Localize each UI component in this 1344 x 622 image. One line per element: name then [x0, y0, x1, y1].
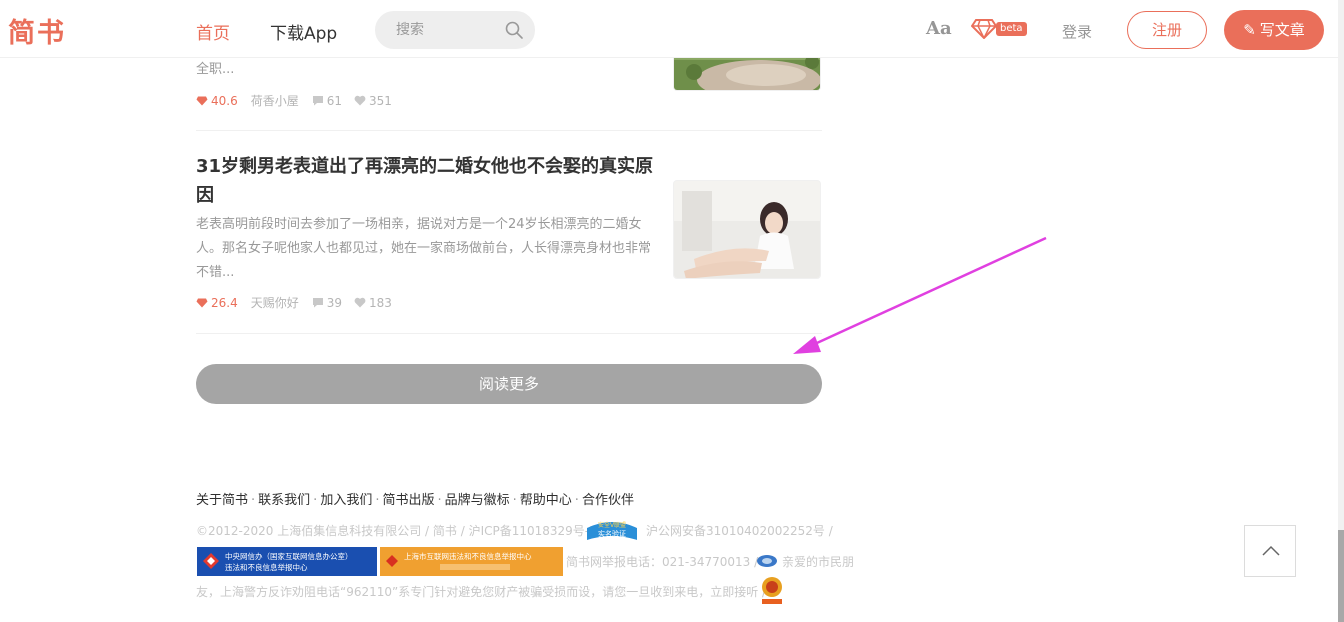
- article-abstract: 老表高明前段时间去参加了一场相亲，据说对方是一个24岁长相漂亮的二婚女人。那名女…: [196, 217, 652, 280]
- search-input[interactable]: [376, 12, 501, 48]
- nav-download-app-link[interactable]: 下载App: [270, 19, 337, 44]
- back-to-top-button[interactable]: [1244, 525, 1296, 577]
- load-more-button[interactable]: 阅读更多: [196, 364, 822, 404]
- register-button[interactable]: 注册: [1127, 11, 1207, 49]
- page-scrollbar[interactable]: [1338, 0, 1344, 622]
- police-emblem-image: [757, 555, 777, 567]
- diamond-icon: [196, 298, 208, 307]
- footer-police-record[interactable]: 沪公网安备31010402002252号 /: [646, 522, 833, 539]
- diamond-icon: [196, 96, 208, 105]
- footer-link-separator: ·: [375, 493, 380, 508]
- like-count: 351: [354, 94, 392, 108]
- cac-report-badge[interactable]: 中央网信办（国家互联网信息办公室） 违法和不良信息举报中心: [197, 547, 377, 576]
- verified-badge-image: 安全V联盟 实名验证: [587, 521, 637, 540]
- police-emblem-icon: [756, 553, 778, 567]
- search-icon[interactable]: [504, 20, 524, 40]
- author-link[interactable]: 天赐你好: [251, 294, 299, 311]
- article-abstract: 全职...: [196, 62, 235, 77]
- footer-link-help[interactable]: 帮助中心: [520, 493, 572, 508]
- comment-count[interactable]: 61: [312, 94, 342, 108]
- trust-v-badge[interactable]: 安全V联盟 实名验证: [585, 518, 639, 542]
- article-thumbnail[interactable]: [673, 180, 821, 279]
- jsd-reward: 40.6: [196, 94, 238, 108]
- jsd-value: 26.4: [211, 295, 238, 310]
- footer-link-separator: ·: [251, 493, 256, 508]
- comment-icon: [312, 96, 323, 106]
- footer-link-separator: ·: [313, 493, 318, 508]
- footer-link-publish[interactable]: 简书出版: [382, 493, 434, 508]
- jsd-value: 40.6: [211, 93, 238, 108]
- chevron-up-icon: [1262, 545, 1280, 556]
- top-navbar: 简书 首页 下载App Aa beta 登录 注册 ✎写文章: [0, 0, 1338, 58]
- footer-anti-fraud-notice: 友，上海警方反诈劝阻电话“962110”系专门针对避免您财产被骗受损而设，请您一…: [196, 585, 767, 599]
- font-size-toggle-icon[interactable]: Aa: [926, 18, 952, 39]
- feather-pen-icon: ✎: [1243, 21, 1256, 39]
- article-meta: 26.4 天赐你好 39 183: [196, 294, 404, 311]
- like-count: 183: [354, 296, 392, 310]
- trust-v-badge-line1: 安全V联盟: [598, 521, 626, 529]
- footer-citizen-notice: 亲爱的市民朋: [782, 555, 855, 569]
- police-badge-image: [762, 577, 782, 604]
- footer-link-separator: ·: [437, 493, 442, 508]
- write-article-label: 写文章: [1259, 21, 1305, 39]
- comment-count-value: 39: [326, 295, 343, 310]
- comment-count-value: 61: [326, 93, 343, 108]
- like-count-value: 183: [369, 295, 392, 310]
- article-divider: [196, 333, 822, 334]
- footer-link-partners[interactable]: 合作伙伴: [582, 493, 634, 508]
- cac-report-image: 中央网信办（国家互联网信息办公室） 违法和不良信息举报中心: [197, 547, 377, 576]
- comment-icon: [312, 298, 323, 308]
- nav-home-link[interactable]: 首页: [196, 19, 230, 44]
- police-badge-icon[interactable]: [760, 576, 784, 606]
- beta-badge: beta: [996, 22, 1027, 36]
- article-divider: [196, 130, 822, 131]
- footer-copyright: ©2012-2020 上海佰集信息科技有限公司 / 简书 / 沪ICP备1101…: [196, 524, 605, 538]
- footer-links: 关于简书 · 联系我们 · 加入我们 · 简书出版 · 品牌与徽标 · 帮助中心 · 合作伙伴: [196, 489, 634, 508]
- cac-badge-line2: 违法和不良信息举报中心: [225, 562, 308, 572]
- article-title[interactable]: 31岁剩男老表道出了再漂亮的二婚女他也不会娶的真实原因: [196, 152, 656, 210]
- heart-icon: [354, 95, 366, 106]
- trust-v-badge-line2: 实名验证: [598, 529, 626, 538]
- footer-link-separator: ·: [574, 493, 579, 508]
- like-count-value: 351: [369, 93, 392, 108]
- cac-badge-line1: 中央网信办（国家互联网信息办公室）: [225, 551, 353, 561]
- shanghai-report-badge[interactable]: 上海市互联网违法和不良信息举报中心: [380, 547, 563, 576]
- footer-link-separator: ·: [512, 493, 517, 508]
- comment-count[interactable]: 39: [312, 296, 342, 310]
- scrollbar-thumb[interactable]: [1338, 530, 1344, 622]
- shanghai-report-image: 上海市互联网违法和不良信息举报中心: [380, 547, 563, 576]
- footer-link-brand[interactable]: 品牌与徽标: [445, 493, 510, 508]
- article-meta: 40.6 荷香小屋 61 351: [196, 92, 404, 109]
- login-link[interactable]: 登录: [1062, 21, 1092, 42]
- diamond-icon[interactable]: [971, 19, 997, 39]
- girl-photo-image: [674, 181, 820, 278]
- footer-link-contact[interactable]: 联系我们: [258, 493, 310, 508]
- jsd-reward: 26.4: [196, 296, 238, 310]
- shanghai-badge-line1: 上海市互联网违法和不良信息举报中心: [404, 551, 532, 561]
- footer-link-join[interactable]: 加入我们: [320, 493, 372, 508]
- write-article-button[interactable]: ✎ 写文章: [1224, 10, 1324, 50]
- author-link[interactable]: 荷香小屋: [251, 92, 299, 109]
- footer-link-about[interactable]: 关于简书: [196, 493, 248, 508]
- heart-icon: [354, 297, 366, 308]
- search-bar: [375, 11, 535, 49]
- jianshu-logo[interactable]: 简书: [8, 11, 66, 50]
- footer-report-phone: 简书网举报电话：021-34770013 /: [566, 555, 759, 569]
